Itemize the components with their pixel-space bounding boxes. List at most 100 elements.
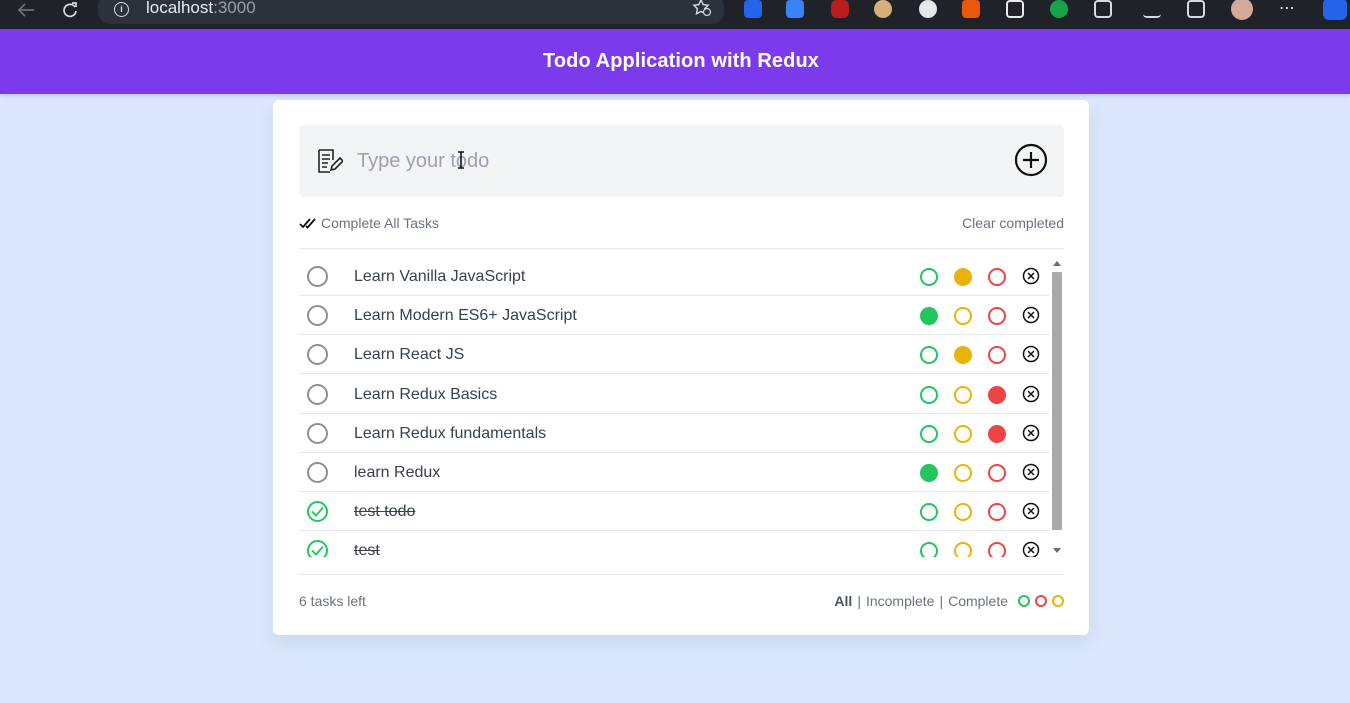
delete-todo-icon[interactable]: [1022, 463, 1040, 481]
reload-icon[interactable]: [58, 0, 82, 20]
priority-green-button[interactable]: [920, 425, 938, 443]
todo-title: Learn Modern ES6+ JavaScript: [354, 307, 577, 324]
tree-extension-icon[interactable]: [962, 0, 980, 18]
todo-complete-toggle[interactable]: [307, 423, 328, 444]
delete-todo-icon[interactable]: [1022, 385, 1040, 403]
priority-yellow-button[interactable]: [954, 425, 972, 443]
delete-todo-icon[interactable]: [1022, 541, 1040, 557]
todo-complete-toggle[interactable]: [307, 305, 328, 326]
note-icon: [315, 147, 345, 180]
todo-item: test todo: [299, 492, 1049, 531]
todo-footer: 6 tasks left All | Incomplete | Complete: [299, 593, 1064, 611]
filter-all[interactable]: All: [834, 593, 852, 609]
todo-title: Learn Redux fundamentals: [354, 425, 547, 442]
address-bar[interactable]: i localhost:3000: [98, 0, 724, 24]
todo-item: Learn React JS: [299, 335, 1049, 374]
todo-complete-toggle[interactable]: [307, 384, 328, 405]
priority-red-button[interactable]: [988, 268, 1006, 286]
todo-item: Learn Vanilla JavaScript: [299, 257, 1049, 296]
todo-item: Learn Redux Basics: [299, 375, 1049, 414]
priority-red-button[interactable]: [988, 346, 1006, 364]
todo-title: learn Redux: [354, 464, 441, 481]
todo-complete-toggle[interactable]: [307, 501, 328, 522]
collections-icon[interactable]: [1187, 0, 1205, 18]
double-check-icon: [299, 218, 316, 229]
todo-complete-toggle[interactable]: [307, 540, 328, 557]
todo-item: Learn Redux fundamentals: [299, 414, 1049, 453]
text-cursor-icon: [457, 151, 465, 174]
app-header: Todo Application with Redux: [0, 29, 1350, 94]
complete-all-button[interactable]: Complete All Tasks: [299, 215, 439, 231]
todo-list: Learn Vanilla JavaScript Learn Modern ES6…: [299, 257, 1049, 557]
scroll-up-icon[interactable]: [1053, 261, 1061, 266]
filter-bar: All | Incomplete | Complete: [834, 593, 1064, 609]
todo-title: test: [354, 542, 380, 557]
scroll-down-icon[interactable]: [1053, 548, 1061, 553]
owl-extension-icon[interactable]: [874, 0, 892, 18]
todo-input[interactable]: [357, 141, 997, 181]
filter-separator: |: [857, 593, 861, 609]
priority-red-button[interactable]: [988, 307, 1006, 325]
filter-incomplete[interactable]: Incomplete: [866, 593, 934, 609]
priority-yellow-button[interactable]: [954, 386, 972, 404]
todo-complete-toggle[interactable]: [307, 462, 328, 483]
priority-green-button[interactable]: [920, 346, 938, 364]
priority-green-button[interactable]: [920, 503, 938, 521]
priority-red-button[interactable]: [988, 425, 1006, 443]
favorites-icon[interactable]: [1143, 0, 1161, 18]
todo-title: test todo: [354, 503, 416, 520]
filter-green-color[interactable]: [1018, 595, 1030, 607]
password-manager-extension-icon[interactable]: [744, 0, 762, 18]
list-scrollbar[interactable]: [1051, 258, 1063, 558]
priority-green-button[interactable]: [920, 386, 938, 404]
extensions-puzzle-icon[interactable]: [1094, 0, 1112, 18]
todo-item: learn Redux: [299, 453, 1049, 492]
todo-card: Complete All Tasks Clear completed Learn…: [273, 100, 1089, 635]
priority-green-button[interactable]: [920, 268, 938, 286]
reader-extension-icon[interactable]: [1006, 0, 1024, 18]
record-extension-icon[interactable]: [1050, 0, 1068, 18]
chat-extension-icon[interactable]: [919, 0, 937, 18]
filter-complete[interactable]: Complete: [948, 593, 1008, 609]
tasks-left-count: 6 tasks left: [299, 593, 366, 609]
filter-yellow-color[interactable]: [1052, 595, 1064, 607]
delete-todo-icon[interactable]: [1022, 424, 1040, 442]
add-todo-button[interactable]: [1014, 143, 1048, 177]
priority-green-button[interactable]: [920, 307, 938, 325]
priority-red-button[interactable]: [988, 386, 1006, 404]
todo-complete-toggle[interactable]: [307, 266, 328, 287]
priority-green-button[interactable]: [920, 464, 938, 482]
priority-yellow-button[interactable]: [954, 268, 972, 286]
delete-todo-icon[interactable]: [1022, 306, 1040, 324]
more-options-icon[interactable]: ⋯: [1279, 0, 1295, 18]
priority-yellow-button[interactable]: [954, 307, 972, 325]
filter-red-color[interactable]: [1035, 595, 1047, 607]
todo-title: Learn Vanilla JavaScript: [354, 268, 526, 285]
priority-red-button[interactable]: [988, 503, 1006, 521]
todo-complete-toggle[interactable]: [307, 344, 328, 365]
translate-extension-icon[interactable]: [786, 0, 804, 18]
priority-red-button[interactable]: [988, 542, 1006, 557]
favorite-star-icon[interactable]: [692, 0, 712, 22]
ublock-extension-icon[interactable]: [831, 0, 849, 18]
back-icon[interactable]: [14, 0, 38, 20]
info-icon[interactable]: i: [114, 2, 129, 17]
todo-title: Learn Redux Basics: [354, 386, 498, 403]
priority-yellow-button[interactable]: [954, 346, 972, 364]
scrollbar-thumb[interactable]: [1052, 272, 1062, 530]
priority-red-button[interactable]: [988, 464, 1006, 482]
delete-todo-icon[interactable]: [1022, 502, 1040, 520]
todo-input-container: [299, 125, 1064, 197]
url-text: localhost:3000: [146, 0, 256, 17]
priority-yellow-button[interactable]: [954, 503, 972, 521]
bing-icon[interactable]: [1323, 0, 1347, 20]
priority-green-button[interactable]: [920, 542, 938, 557]
priority-yellow-button[interactable]: [954, 464, 972, 482]
priority-yellow-button[interactable]: [954, 542, 972, 557]
divider: [299, 574, 1064, 575]
delete-todo-icon[interactable]: [1022, 267, 1040, 285]
delete-todo-icon[interactable]: [1022, 345, 1040, 363]
clear-completed-button[interactable]: Clear completed: [962, 215, 1064, 231]
profile-avatar[interactable]: [1231, 0, 1253, 20]
filter-separator: |: [939, 593, 944, 609]
